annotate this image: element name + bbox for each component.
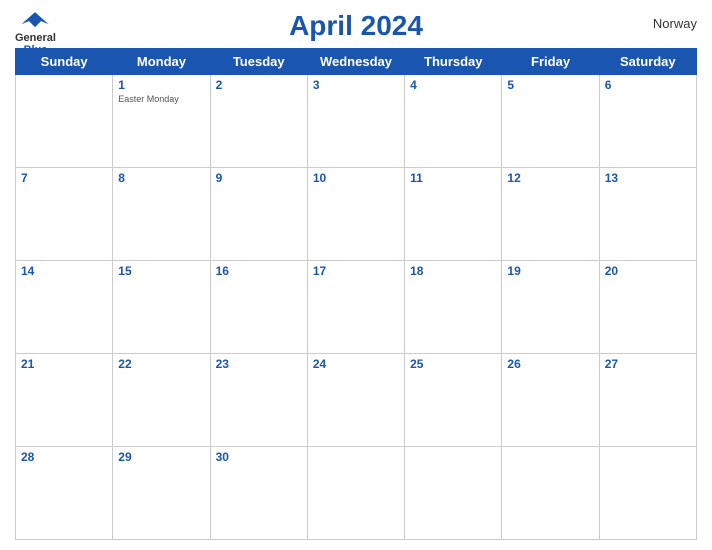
logo-blue-text: Blue [24, 44, 48, 56]
day-number: 4 [410, 78, 496, 92]
day-number: 18 [410, 264, 496, 278]
calendar-day-cell: 12 [502, 168, 599, 261]
calendar-day-cell: 30 [210, 447, 307, 540]
calendar-day-cell [405, 447, 502, 540]
calendar-day-cell: 17 [307, 261, 404, 354]
calendar-day-cell: 1 Easter Monday [113, 75, 210, 168]
day-number: 7 [21, 171, 107, 185]
calendar-day-cell [16, 75, 113, 168]
calendar-header: General Blue April 2024 Norway [15, 10, 697, 42]
calendar-day-cell: 28 [16, 447, 113, 540]
calendar-day-cell: 4 [405, 75, 502, 168]
calendar-body: 1Easter Monday23456789101112131415161718… [16, 75, 697, 540]
country-label: Norway [653, 16, 697, 31]
calendar-day-cell: 27 [599, 354, 696, 447]
day-number: 21 [21, 357, 107, 371]
day-number: 15 [118, 264, 204, 278]
day-number: 3 [313, 78, 399, 92]
day-number: 5 [507, 78, 593, 92]
day-number: 12 [507, 171, 593, 185]
calendar-day-cell [599, 447, 696, 540]
calendar-day-cell: 14 [16, 261, 113, 354]
calendar-table: Sunday Monday Tuesday Wednesday Thursday… [15, 48, 697, 540]
calendar-day-cell: 15 [113, 261, 210, 354]
day-number: 11 [410, 171, 496, 185]
calendar-day-cell: 13 [599, 168, 696, 261]
day-number: 13 [605, 171, 691, 185]
calendar-thead: Sunday Monday Tuesday Wednesday Thursday… [16, 49, 697, 75]
calendar-week-row: 14 15 16 17 18 19 20 [16, 261, 697, 354]
calendar-day-cell: 5 [502, 75, 599, 168]
header-thursday: Thursday [405, 49, 502, 75]
calendar-week-row: 28 29 30 [16, 447, 697, 540]
logo-bird-icon [20, 10, 50, 30]
calendar-day-cell: 3 [307, 75, 404, 168]
day-number: 2 [216, 78, 302, 92]
day-number: 6 [605, 78, 691, 92]
logo-general-text: General [15, 32, 56, 44]
calendar-day-cell: 20 [599, 261, 696, 354]
calendar-day-cell: 16 [210, 261, 307, 354]
calendar-week-row: 21 22 23 24 25 26 27 [16, 354, 697, 447]
day-number: 29 [118, 450, 204, 464]
header-saturday: Saturday [599, 49, 696, 75]
day-number: 14 [21, 264, 107, 278]
day-number: 22 [118, 357, 204, 371]
calendar-day-cell: 9 [210, 168, 307, 261]
calendar-day-cell: 18 [405, 261, 502, 354]
calendar-day-cell: 22 [113, 354, 210, 447]
calendar-day-cell: 25 [405, 354, 502, 447]
day-number: 17 [313, 264, 399, 278]
calendar-day-cell: 24 [307, 354, 404, 447]
calendar-day-cell: 8 [113, 168, 210, 261]
holiday-label: Easter Monday [118, 94, 204, 104]
day-number: 20 [605, 264, 691, 278]
calendar-day-cell: 23 [210, 354, 307, 447]
calendar-container: General Blue April 2024 Norway Sunday Mo… [0, 0, 712, 550]
header-monday: Monday [113, 49, 210, 75]
day-number: 26 [507, 357, 593, 371]
header-wednesday: Wednesday [307, 49, 404, 75]
day-number: 8 [118, 171, 204, 185]
weekday-header-row: Sunday Monday Tuesday Wednesday Thursday… [16, 49, 697, 75]
day-number: 25 [410, 357, 496, 371]
day-number: 27 [605, 357, 691, 371]
calendar-day-cell: 26 [502, 354, 599, 447]
calendar-title: April 2024 [289, 10, 423, 42]
calendar-week-row: 789 10 11 12 13 [16, 168, 697, 261]
calendar-day-cell: 6 [599, 75, 696, 168]
calendar-day-cell: 29 [113, 447, 210, 540]
header-friday: Friday [502, 49, 599, 75]
generalblue-logo: General Blue [15, 10, 56, 56]
calendar-day-cell: 10 [307, 168, 404, 261]
header-tuesday: Tuesday [210, 49, 307, 75]
calendar-day-cell: 2 [210, 75, 307, 168]
day-number: 30 [216, 450, 302, 464]
day-number: 1 [118, 78, 204, 92]
calendar-day-cell [502, 447, 599, 540]
day-number: 16 [216, 264, 302, 278]
calendar-day-cell: 7 [16, 168, 113, 261]
day-number: 9 [216, 171, 302, 185]
calendar-day-cell: 19 [502, 261, 599, 354]
day-number: 24 [313, 357, 399, 371]
calendar-day-cell: 21 [16, 354, 113, 447]
calendar-day-cell: 11 [405, 168, 502, 261]
day-number: 28 [21, 450, 107, 464]
calendar-week-row: 1 Easter Monday 23456 [16, 75, 697, 168]
day-number: 19 [507, 264, 593, 278]
day-number: 23 [216, 357, 302, 371]
calendar-day-cell [307, 447, 404, 540]
day-number: 10 [313, 171, 399, 185]
